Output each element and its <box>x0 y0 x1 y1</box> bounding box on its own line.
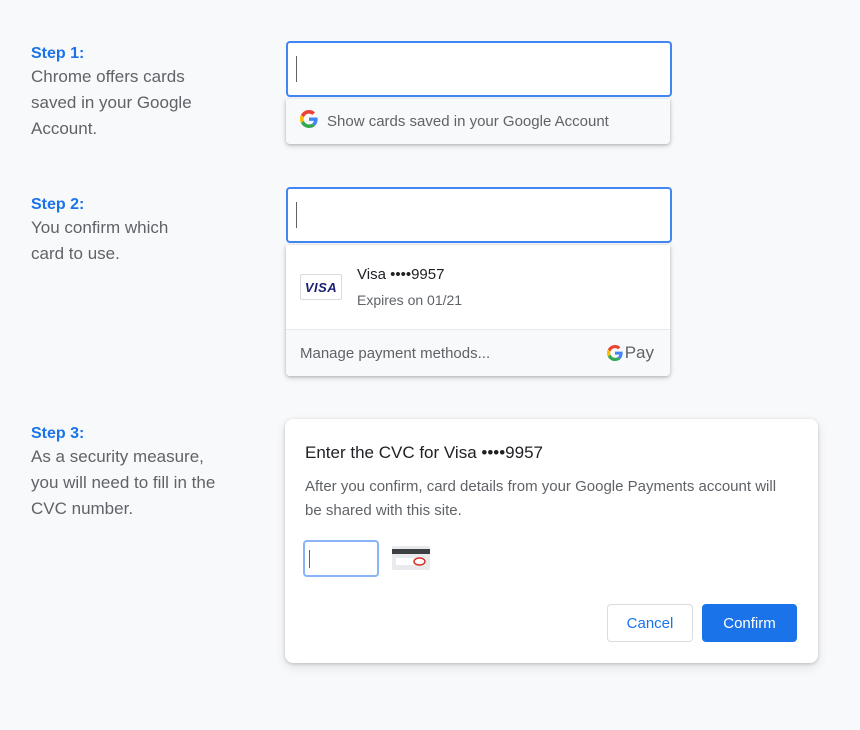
text-caret <box>296 202 297 228</box>
cvc-input[interactable] <box>303 540 379 577</box>
step-3-text: Step 3: As a security measure, you will … <box>31 424 231 522</box>
step-2-description: You confirm which card to use. <box>31 218 169 263</box>
google-pay-logo: Pay <box>606 343 654 363</box>
manage-payment-methods-link[interactable]: Manage payment methods... <box>300 345 490 362</box>
cvc-dialog-title: Enter the CVC for Visa ••••9957 <box>305 443 543 462</box>
step-1-card-number-field[interactable] <box>286 41 672 97</box>
step-2-text: Step 2: You confirm which card to use. <box>31 195 231 267</box>
step-3-title: Step 3: <box>31 425 85 442</box>
show-saved-cards-label: Show cards saved in your Google Account <box>327 113 609 130</box>
pay-label: Pay <box>624 343 654 362</box>
step-2-title: Step 2: <box>31 196 85 213</box>
step-1-title: Step 1: <box>31 45 85 62</box>
card-back-cvc-icon <box>392 546 430 575</box>
step-2-card-number-field[interactable] <box>286 187 672 243</box>
card-expiry: Expires on 01/21 <box>357 291 463 308</box>
cancel-button[interactable]: Cancel <box>607 604 693 642</box>
confirm-button[interactable]: Confirm <box>702 604 797 642</box>
step-1-text: Step 1: Chrome offers cards saved in you… <box>31 44 231 142</box>
google-g-icon <box>300 110 318 133</box>
saved-card-option[interactable]: VISA Visa ••••9957 Expires on 01/21 <box>286 245 670 329</box>
cvc-dialog-body: After you confirm, card details from you… <box>305 478 777 519</box>
step-2-card-dropdown: VISA Visa ••••9957 Expires on 01/21 Mana… <box>286 245 670 376</box>
card-name: Visa ••••9957 <box>357 265 445 283</box>
text-caret <box>296 56 297 82</box>
step-3-description: As a security measure, you will need to … <box>31 447 216 518</box>
google-g-icon <box>606 345 623 361</box>
step-1-description: Chrome offers cards saved in your Google… <box>31 67 192 138</box>
visa-logo-icon: VISA <box>300 274 342 300</box>
text-caret <box>309 550 310 568</box>
cvc-dialog: Enter the CVC for Visa ••••9957 After yo… <box>285 419 818 663</box>
step-1-suggestion[interactable]: Show cards saved in your Google Account <box>286 99 670 144</box>
manage-payment-methods-row[interactable]: Manage payment methods... Pay <box>286 329 670 376</box>
